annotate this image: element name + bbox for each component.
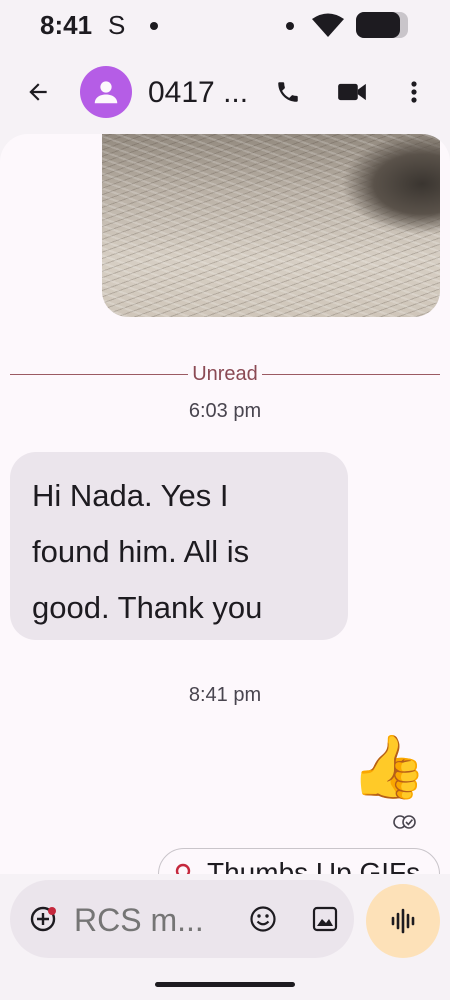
message-input[interactable] [74,902,234,939]
home-indicator[interactable] [155,982,295,987]
voice-message-button[interactable] [366,884,440,958]
battery-icon [356,12,408,38]
battery-fill [356,12,401,38]
voice-waveform-icon [391,908,415,934]
unread-divider: Unread [10,360,441,388]
add-icon [30,906,56,932]
divider-line [10,373,189,375]
message-line: good. Thank you [32,590,263,625]
suggestion-chip-label: Thumbs Up GIFs [207,857,421,874]
thumbs-up-emoji-message[interactable]: 👍 [350,736,427,798]
message-line: found him. All is [32,534,250,569]
read-receipt-icon [393,815,416,829]
status-time: 8:41 [40,10,93,40]
more-vert-icon [411,81,417,103]
phone-icon [278,82,298,102]
gif-suggestion-chip[interactable]: Thumbs Up GIFs [158,848,440,874]
message-timestamp: 8:41 pm [188,684,262,706]
back-button[interactable] [18,70,58,114]
back-arrow-icon [29,83,47,101]
conversation-thread[interactable]: Unread 6:03 pm Hi Nada. Yes I found him.… [0,134,450,874]
app-bar: 0417 ... [0,52,450,134]
contact-name[interactable]: 0417 ... [148,76,248,110]
status-bar: 8:41 S [0,0,450,52]
person-icon [94,81,118,104]
gallery-button[interactable] [306,900,344,938]
video-camera-icon [338,83,366,101]
avatar[interactable] [80,66,132,118]
signal-dot-icon [286,22,294,30]
incoming-message-bubble[interactable]: Hi Nada. Yes I found him. All is good. T… [10,452,348,640]
video-call-button[interactable] [330,70,374,114]
notification-dot-icon [150,22,158,30]
wifi-icon [312,13,344,37]
carrier-letter: S [108,10,126,40]
search-icon [175,863,191,874]
message-timestamp: 6:03 pm [188,400,262,422]
gallery-icon [312,906,338,932]
message-line: Hi Nada. Yes I [32,478,229,513]
image-attachment[interactable] [102,134,440,317]
unread-label: Unread [192,362,258,385]
emoji-button[interactable] [244,900,282,938]
emoji-icon [250,906,276,932]
divider-line [261,373,441,375]
more-options-button[interactable] [396,70,432,114]
add-attachment-button[interactable] [24,900,62,938]
message-composer [10,880,354,958]
call-button[interactable] [268,70,308,114]
